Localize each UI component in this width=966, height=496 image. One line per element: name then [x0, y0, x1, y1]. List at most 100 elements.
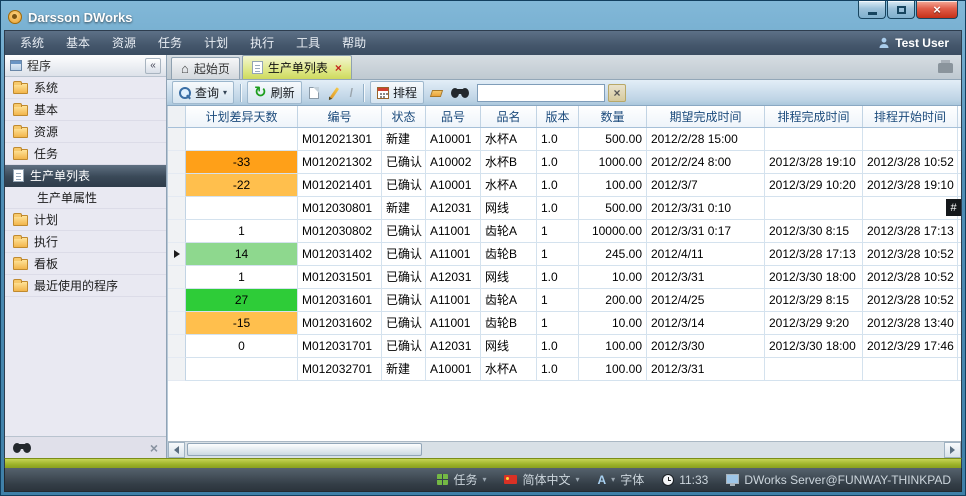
menu-item[interactable]: 系统 — [9, 32, 55, 55]
cell[interactable] — [958, 289, 961, 312]
cell[interactable]: 500.00 — [579, 128, 647, 151]
row-selector[interactable] — [168, 266, 186, 289]
menu-item[interactable]: 基本 — [55, 32, 101, 55]
cell[interactable]: 1 — [186, 220, 298, 243]
horizontal-scrollbar[interactable] — [168, 441, 961, 458]
column-header[interactable]: 计划差异天数 — [186, 106, 298, 127]
cell[interactable]: 已确认 — [382, 220, 426, 243]
row-selector-current[interactable] — [168, 243, 186, 266]
cell[interactable]: 齿轮B — [481, 243, 537, 266]
cell[interactable]: 水杯A — [481, 174, 537, 197]
cell[interactable]: A10001 — [426, 128, 481, 151]
cell[interactable]: 已确认 — [382, 151, 426, 174]
cell[interactable] — [958, 151, 961, 174]
scrollbar-track[interactable] — [185, 442, 944, 458]
column-header[interactable]: 首 — [958, 106, 961, 127]
column-header[interactable]: 数量 — [579, 106, 647, 127]
cell[interactable]: 2012/3/30 — [647, 335, 765, 358]
menu-item[interactable]: 帮助 — [331, 32, 377, 55]
scroll-left-button[interactable] — [168, 442, 185, 458]
collapse-sidebar-button[interactable]: « — [145, 58, 161, 74]
cell[interactable]: 2012/3/30 18:00 — [765, 335, 863, 358]
cell[interactable]: -15 — [186, 312, 298, 335]
cell[interactable]: 100.00 — [579, 174, 647, 197]
cell[interactable] — [958, 243, 961, 266]
table-row[interactable]: 1M012030802已确认A11001齿轮A110000.002012/3/3… — [168, 220, 961, 243]
maximize-button[interactable] — [887, 1, 915, 19]
tab-start-page[interactable]: ⌂ 起始页 — [171, 57, 240, 79]
minimize-button[interactable] — [858, 1, 886, 19]
close-button[interactable]: × — [916, 1, 958, 19]
refresh-button[interactable]: ↻ 刷新 — [247, 81, 302, 104]
menu-item[interactable]: 任务 — [147, 32, 193, 55]
cell[interactable] — [765, 197, 863, 220]
scrollbar-thumb[interactable] — [187, 443, 422, 456]
table-row[interactable]: -33M012021302已确认A10002水杯B1.01000.002012/… — [168, 151, 961, 174]
cell[interactable]: 新建 — [382, 197, 426, 220]
row-selector[interactable] — [168, 335, 186, 358]
column-header[interactable]: 期望完成时间 — [647, 106, 765, 127]
query-button[interactable]: 查询 ▾ — [172, 81, 234, 104]
table-row[interactable]: 1M012031501已确认A12031网线1.010.002012/3/312… — [168, 266, 961, 289]
row-selector[interactable] — [168, 197, 186, 220]
cell[interactable] — [863, 197, 958, 220]
column-header[interactable]: 排程完成时间 — [765, 106, 863, 127]
sidebar-item[interactable]: 系统 — [5, 77, 166, 99]
status-font[interactable]: A ▾ 字体 — [598, 471, 645, 488]
cell[interactable]: 27 — [186, 289, 298, 312]
cell[interactable] — [186, 128, 298, 151]
tab-production-order-list[interactable]: 生产单列表 × — [242, 55, 352, 79]
cell[interactable]: 网线 — [481, 266, 537, 289]
cell[interactable]: 200.00 — [579, 289, 647, 312]
cell[interactable]: M012031402 — [298, 243, 382, 266]
cell[interactable]: 2012/3/30 8:15 — [765, 220, 863, 243]
cell[interactable]: 2012/3/28 13:40 — [863, 312, 958, 335]
cell[interactable]: 水杯A — [481, 128, 537, 151]
cell[interactable]: 已确认 — [382, 243, 426, 266]
cell[interactable]: 1.0 — [537, 335, 579, 358]
cell[interactable] — [186, 358, 298, 381]
cell[interactable]: 2012/3/29 9:20 — [765, 312, 863, 335]
sidebar-item[interactable]: 任务 — [5, 143, 166, 165]
cell[interactable] — [958, 312, 961, 335]
cell[interactable]: M012031501 — [298, 266, 382, 289]
cell[interactable]: A11001 — [426, 289, 481, 312]
cell[interactable]: 2012/3/28 10:52 — [863, 266, 958, 289]
row-selector[interactable] — [168, 151, 186, 174]
sidebar-item[interactable]: 看板 — [5, 253, 166, 275]
cell[interactable]: 2012/4/25 — [647, 289, 765, 312]
sidebar-item[interactable]: 资源 — [5, 121, 166, 143]
cell[interactable]: 245.00 — [579, 243, 647, 266]
table-row[interactable]: M012030801新建A12031网线1.0500.002012/3/31 0… — [168, 197, 961, 220]
cell[interactable]: A12031 — [426, 266, 481, 289]
cell[interactable]: 1000.00 — [579, 151, 647, 174]
cell[interactable]: A11001 — [426, 243, 481, 266]
cell[interactable]: 2012/3/31 0:10 — [647, 197, 765, 220]
row-selector[interactable] — [168, 174, 186, 197]
cell[interactable]: 已确认 — [382, 174, 426, 197]
cell[interactable]: 2012/3/28 17:13 — [863, 220, 958, 243]
cell[interactable]: M012030801 — [298, 197, 382, 220]
table-row[interactable]: 0M012031701已确认A12031网线1.0100.002012/3/30… — [168, 335, 961, 358]
cell[interactable]: M012021302 — [298, 151, 382, 174]
edit-record-button[interactable] — [326, 84, 343, 102]
row-selector[interactable] — [168, 220, 186, 243]
clear-search-icon[interactable]: × — [150, 440, 158, 456]
cell[interactable]: 已确认 — [382, 289, 426, 312]
binoculars-icon[interactable] — [13, 443, 31, 453]
sidebar-item[interactable]: 生产单属性 — [5, 187, 166, 209]
cell[interactable] — [765, 358, 863, 381]
cell[interactable]: 10.00 — [579, 312, 647, 335]
cell[interactable]: M012031701 — [298, 335, 382, 358]
cell[interactable]: 1 — [186, 266, 298, 289]
cell[interactable]: 2012/2/24 8:00 — [647, 151, 765, 174]
cell[interactable]: 水杯A — [481, 358, 537, 381]
cell[interactable]: A12031 — [426, 335, 481, 358]
cell[interactable]: 2012/3/28 10:52 — [863, 151, 958, 174]
cell[interactable] — [863, 128, 958, 151]
cell[interactable]: 2012/3/31 — [647, 358, 765, 381]
table-row[interactable]: -15M012031602已确认A11001齿轮B110.002012/3/14… — [168, 312, 961, 335]
close-tab-icon[interactable]: × — [335, 61, 342, 75]
cell[interactable]: M012031602 — [298, 312, 382, 335]
column-header[interactable]: 版本 — [537, 106, 579, 127]
